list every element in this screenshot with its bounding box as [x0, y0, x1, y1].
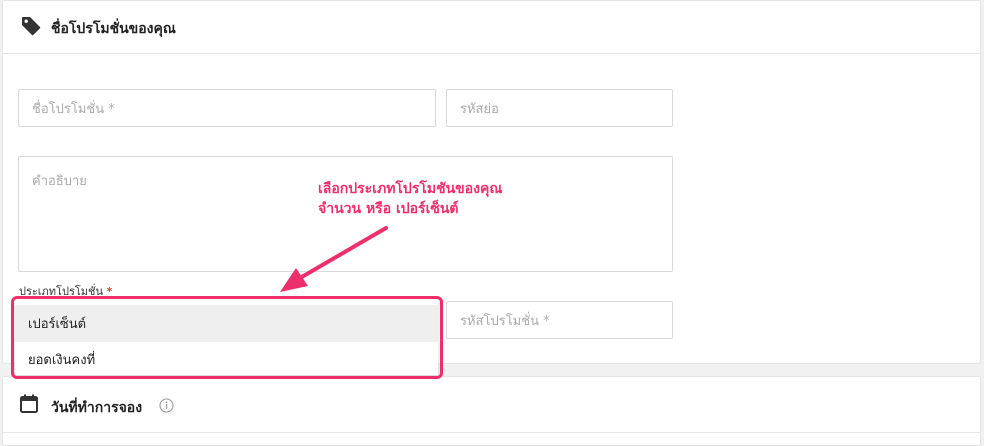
option-percent[interactable]: เปอร์เซ็นต์	[15, 305, 438, 342]
annotation-line-1: เลือกประเภทโปรโมชันของคุณ	[318, 181, 503, 197]
promotion-name-field[interactable]: ชื่อโปรโมชั่น *	[18, 89, 436, 127]
promotion-card-header: ชื่อโปรโมชั่นของคุณ	[3, 1, 980, 54]
booking-card-title: วันที่ทำการจอง	[51, 400, 143, 416]
booking-card-header: วันที่ทำการจอง	[3, 377, 980, 433]
annotation-line-2: จำนวน หรือ เปอร์เซ็นต์	[318, 201, 459, 217]
short-code-field[interactable]: รหัสย่อ	[446, 89, 673, 127]
promotion-card-title: ชื่อโปรโมชั่นของคุณ	[51, 21, 176, 37]
option-fixed-amount[interactable]: ยอดเงินคงที่	[15, 341, 438, 378]
promotion-type-label-text: ประเภทโปรโมชั่น	[19, 285, 104, 298]
annotation-text: เลือกประเภทโปรโมชันของคุณ จำนวน หรือ เปอ…	[318, 179, 502, 219]
annotation-arrow	[280, 226, 388, 292]
tag-icon	[21, 16, 41, 40]
calendar-icon	[20, 394, 38, 417]
promotion-type-label: ประเภทโปรโมชั่น *	[19, 282, 112, 300]
info-icon[interactable]	[159, 398, 174, 417]
booking-date-card: วันที่ทำการจอง	[2, 376, 981, 446]
promo-code-field[interactable]: รหัสโปรโมชั่น *	[446, 301, 673, 339]
required-mark: *	[106, 285, 113, 298]
promotion-type-dropdown[interactable]: เปอร์เซ็นต์ ยอดเงินคงที่	[15, 301, 438, 375]
